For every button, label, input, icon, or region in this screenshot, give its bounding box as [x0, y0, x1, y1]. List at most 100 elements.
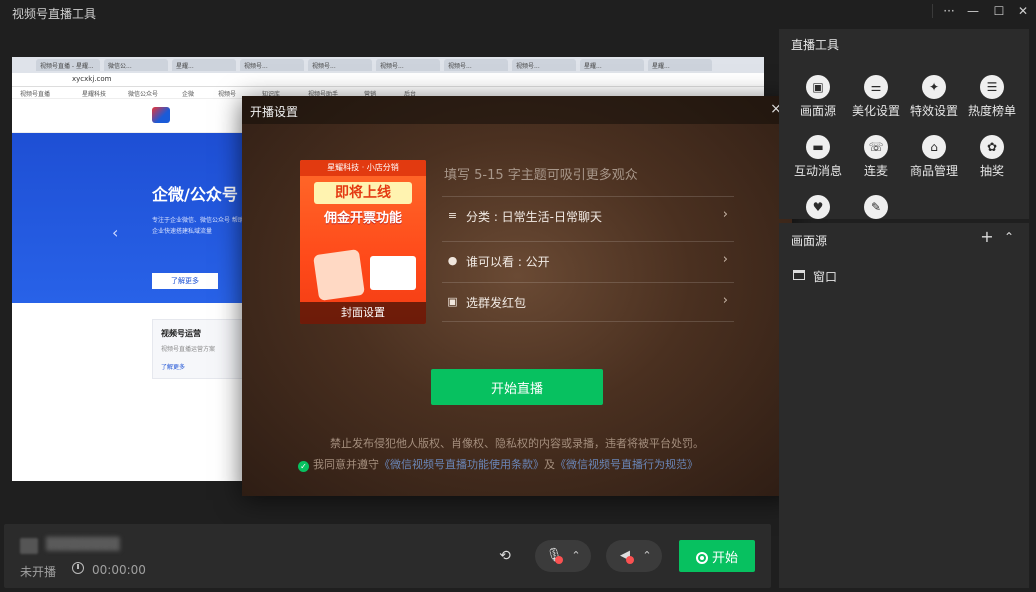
- visibility-label: 谁可以看 : 公开: [466, 255, 550, 269]
- site-card: 视频号运营 视频号直播运营方案 了解更多: [152, 319, 252, 379]
- dialog-title: 开播设置: [250, 105, 299, 119]
- bookmark: 微信公众号: [128, 91, 159, 98]
- monitor-icon: ▣: [806, 75, 830, 99]
- phone-icon: ☏: [864, 135, 888, 159]
- site-logo-icon: [152, 107, 170, 123]
- sparkle-icon: ✦: [922, 75, 946, 99]
- tool-lottery[interactable]: ✿ 抽奖: [961, 135, 1023, 191]
- category-icon: ≡: [447, 209, 458, 222]
- start-live-button[interactable]: 开始直播: [431, 369, 603, 405]
- browser-tab: 视频号...: [376, 59, 440, 71]
- minimize-icon[interactable]: —: [962, 2, 984, 20]
- plus-icon[interactable]: +: [979, 227, 995, 247]
- browser-tab: 星耀...: [648, 59, 712, 71]
- chevron-up-icon[interactable]: ⌃: [640, 547, 654, 565]
- card-link: 了解更多: [161, 364, 186, 371]
- gift-icon: ✿: [980, 135, 1004, 159]
- start-label: 开始: [711, 550, 738, 566]
- title-separator: [932, 4, 933, 18]
- scene-item-window[interactable]: 窗口: [793, 267, 993, 285]
- chevron-left-icon: ‹: [112, 223, 119, 242]
- sliders-icon: ⚌: [864, 75, 888, 99]
- red-packet-icon: ▣: [447, 295, 458, 308]
- bookmark: 视频号: [218, 91, 237, 98]
- agree-mid: 及: [544, 458, 555, 471]
- account-name: ▒▒▒▒▒▒▒▒: [46, 537, 120, 551]
- scene-title: 画面源: [791, 234, 828, 248]
- cover-top-text: 星耀科技 · 小店分销: [300, 160, 426, 176]
- cover-note: [370, 256, 416, 290]
- category-label: 分类 : 日常生活-日常聊天: [466, 210, 603, 224]
- cover-image[interactable]: 星耀科技 · 小店分销 即将上线 佣金开票功能 封面设置: [300, 160, 426, 324]
- tool-label: 热度榜单: [967, 104, 1016, 118]
- agreement-line: ✓ 我同意并遵守《微信视频号直播功能使用条款》及《微信视频号直播行为规范》: [298, 456, 698, 472]
- red-packet-row[interactable]: ▣ 选群发红包 ›: [442, 282, 734, 322]
- more-icon[interactable]: ···: [938, 2, 960, 20]
- browser-tab: 视频号直播 - 星耀...: [36, 59, 100, 71]
- mic-warning-badge: [555, 556, 563, 564]
- start-button[interactable]: 开始: [679, 540, 755, 572]
- category-row[interactable]: ≡ 分类 : 日常生活-日常聊天 ›: [442, 196, 734, 236]
- window-icon: [793, 270, 805, 280]
- shopping-bag-icon: [313, 249, 365, 301]
- browser-tab: 星耀...: [580, 59, 644, 71]
- chat-icon: ▬: [806, 135, 830, 159]
- microphone-control[interactable]: 🎙 ⌃: [535, 540, 591, 572]
- hero-title: 企微/公众号: [152, 185, 238, 204]
- visibility-row[interactable]: ● 谁可以看 : 公开 ›: [442, 241, 734, 281]
- red-packet-label: 选群发红包: [466, 296, 527, 310]
- clock-icon: [72, 562, 84, 574]
- site-hero: ‹ 企微/公众号 专注于企业微信、微信公众号 帮助企业快速搭建私域流量 了解更多…: [12, 133, 252, 481]
- cover-settings-button[interactable]: 封面设置: [300, 302, 426, 324]
- bottom-bar: ▒▒▒▒▒▒▒▒ 未开播 00:00:00 ⟲ 🎙 ⌃ ◀ ⌃ 开始: [4, 524, 771, 588]
- live-timer: 00:00:00: [92, 563, 146, 577]
- browser-tab: 视频号...: [444, 59, 508, 71]
- list-icon: ☰: [980, 75, 1004, 99]
- rotate-icon[interactable]: ⟲: [496, 548, 514, 564]
- bag-icon: ⌂: [922, 135, 946, 159]
- tool-pen[interactable]: ✎: [845, 195, 907, 219]
- heart-icon: ♥: [806, 195, 830, 219]
- card-subtitle: 视频号直播运营方案: [161, 346, 216, 353]
- scene-item-label: 窗口: [813, 270, 838, 284]
- browser-tabs: 视频号直播 - 星耀... 微信公... 星耀... 视频号... 视频号...…: [12, 57, 764, 73]
- terms-link[interactable]: 《微信视频号直播功能使用条款》: [379, 458, 544, 471]
- pen-icon: ✎: [864, 195, 888, 219]
- bookmark: 视频号直播: [20, 91, 51, 98]
- check-icon[interactable]: ✓: [298, 461, 309, 472]
- browser-tab: 视频号...: [512, 59, 576, 71]
- browser-tab: 视频号...: [308, 59, 372, 71]
- tool-likes[interactable]: ♥: [787, 195, 849, 219]
- topic-input[interactable]: [444, 162, 734, 188]
- chevron-up-icon[interactable]: ⌃: [1001, 227, 1017, 247]
- visibility-icon: ●: [447, 254, 458, 267]
- live-status: 未开播: [20, 565, 57, 579]
- hero-banner: ‹ 企微/公众号 专注于企业微信、微信公众号 帮助企业快速搭建私域流量 了解更多: [12, 133, 252, 303]
- cover-subheadline: 佣金开票功能: [323, 211, 402, 226]
- avatar: [20, 538, 38, 554]
- speaker-control[interactable]: ◀ ⌃: [606, 540, 662, 572]
- scene-source-panel: 画面源 + ⌃ 窗口: [779, 223, 1029, 588]
- browser-url-bar: xycxkj.com: [12, 73, 764, 87]
- policy-notice: 禁止发布侵犯他人版权、肖像权、隐私权的内容或录播，违者将被平台处罚。: [330, 437, 704, 450]
- browser-tab: 星耀...: [172, 59, 236, 71]
- chevron-right-icon: ›: [722, 207, 728, 222]
- close-icon[interactable]: ✕: [1012, 2, 1034, 20]
- maximize-icon[interactable]: ☐: [988, 2, 1010, 20]
- chevron-right-icon: ›: [722, 293, 728, 308]
- speaker-warning-badge: [626, 556, 634, 564]
- live-tools-panel: 直播工具 ▣ 画面源 ⚌ 美化设置 ✦ 特效设置 ☰ 热度榜单 ▬ 互动消息 ☏…: [779, 29, 1029, 219]
- bookmark: 星耀科技: [82, 91, 107, 98]
- record-icon: [695, 551, 708, 564]
- browser-tab: 视频号...: [240, 59, 304, 71]
- title-bar: 视频号直播工具 ··· — ☐ ✕: [0, 0, 1036, 26]
- chevron-right-icon: ›: [722, 252, 728, 267]
- chevron-up-icon[interactable]: ⌃: [569, 547, 583, 565]
- agree-prefix: 我同意并遵守: [313, 458, 379, 471]
- rules-link[interactable]: 《微信视频号直播行为规范》: [555, 458, 698, 471]
- tool-ranking[interactable]: ☰ 热度榜单: [961, 75, 1023, 131]
- browser-tab: 微信公...: [104, 59, 168, 71]
- hero-subtitle: 专注于企业微信、微信公众号 帮助企业快速搭建私域流量: [152, 217, 244, 235]
- live-settings-dialog: 开播设置 × 星耀科技 · 小店分销 即将上线 佣金开票功能 封面设置 ≡ 分类…: [242, 96, 792, 496]
- hero-button: 了解更多: [152, 273, 218, 289]
